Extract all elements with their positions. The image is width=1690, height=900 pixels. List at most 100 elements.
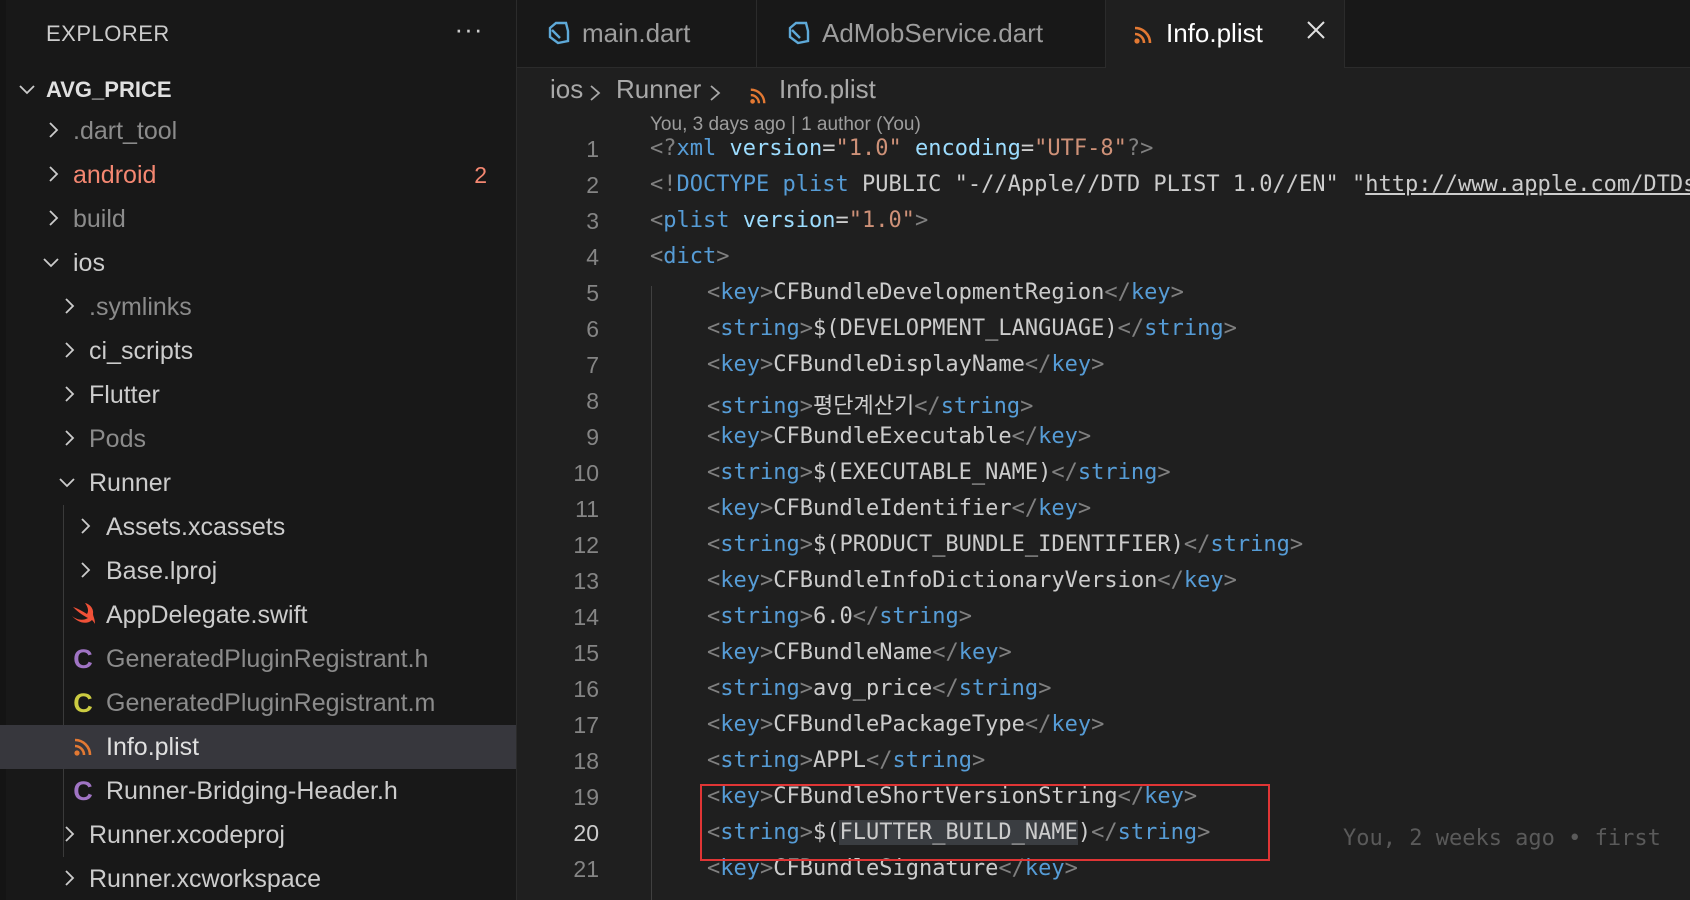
code-line-11[interactable]: <key>CFBundleIdentifier</key>	[707, 496, 1091, 521]
tree-item-ci-scripts[interactable]: ci_scripts	[0, 329, 516, 373]
string-tag: string	[720, 394, 800, 419]
tree-item-pods[interactable]: Pods	[0, 417, 516, 461]
code-editor[interactable]: You, 3 days ago | 1 author (You) 1 2 3 4…	[517, 114, 1690, 900]
tab-info-plist[interactable]: Info.plist	[1106, 0, 1345, 68]
key-tag: key	[720, 640, 760, 665]
breadcrumb-ios[interactable]: ios	[550, 74, 583, 105]
key-tag: key	[720, 280, 760, 305]
code-line-16[interactable]: <string>avg_price</string>	[707, 676, 1051, 701]
chevron-right-icon	[707, 79, 723, 110]
code-line-14[interactable]: <string>6.0</string>	[707, 604, 972, 629]
codelens-author[interactable]: You, 3 days ago | 1 author (You)	[650, 114, 921, 136]
code-line-5[interactable]: <key>CFBundleDevelopmentRegion</key>	[707, 280, 1184, 305]
tab-label: Info.plist	[1166, 18, 1263, 48]
code-line-6[interactable]: <string>$(DEVELOPMENT_LANGUAGE)</string>	[707, 316, 1237, 341]
tree-item-plugin-registrant-h[interactable]: C GeneratedPluginRegistrant.h	[0, 637, 516, 681]
code-line-1[interactable]: <?xml version="1.0" encoding="UTF-8"?>	[650, 136, 1153, 161]
tree-item-label: Pods	[89, 425, 146, 453]
code-line-4[interactable]: <dict>	[650, 244, 729, 269]
attr-encoding: encoding	[914, 136, 1021, 161]
key-tag: key	[720, 712, 760, 737]
key-tag: key	[1038, 496, 1078, 521]
tree-item-symlinks[interactable]: .symlinks	[0, 285, 516, 329]
plist-key: CFBundleDevelopmentRegion	[773, 280, 1105, 305]
breadcrumb-info-plist[interactable]: Info.plist	[779, 74, 876, 105]
chevron-right-icon	[60, 329, 80, 373]
tab-main-dart[interactable]: main.dart	[517, 0, 757, 67]
problem-count-badge: 2	[474, 162, 487, 188]
tree-item-label: Runner.xcodeproj	[89, 821, 285, 849]
line-number: 14	[573, 604, 599, 630]
plist-string: 6.0	[812, 604, 853, 629]
line-number: 17	[573, 712, 599, 738]
attr-version-value: "1.0"	[835, 136, 902, 161]
key-tag: key	[1038, 424, 1078, 449]
code-line-9[interactable]: <key>CFBundleExecutable</key>	[707, 424, 1091, 449]
dart-icon	[546, 21, 570, 52]
tree-item-runner[interactable]: Runner	[0, 461, 516, 505]
key-tag: key	[720, 352, 760, 377]
plist-key: CFBundleExecutable	[773, 424, 1012, 449]
tree-item-plugin-registrant-m[interactable]: C GeneratedPluginRegistrant.m	[0, 681, 516, 725]
tree-item-info-plist[interactable]: Info.plist	[0, 725, 516, 769]
attr-version-value: "1.0"	[848, 208, 915, 233]
tree-item-bridging-header[interactable]: C Runner-Bridging-Header.h	[0, 769, 516, 813]
doctype-url-link[interactable]: http://www.apple.com/DTDs/PropertyList-1…	[1365, 172, 1690, 197]
more-actions-icon[interactable]: ···	[452, 16, 486, 48]
tree-item-assets[interactable]: Assets.xcassets	[0, 505, 516, 549]
tree-item-dart-tool[interactable]: .dart_tool	[0, 109, 516, 153]
string-tag: string	[1210, 532, 1290, 557]
tree-item-base-lproj[interactable]: Base.lproj	[0, 549, 516, 593]
chevron-down-icon	[42, 241, 62, 285]
tree-item-xcworkspace[interactable]: Runner.xcworkspace	[0, 857, 516, 900]
tree-item-label: Flutter	[89, 381, 160, 409]
attr-version: version	[729, 136, 823, 161]
line-number: 1	[586, 136, 599, 162]
code-line-15[interactable]: <key>CFBundleName</key>	[707, 640, 1012, 665]
doctype-keyword: DOCTYPE	[676, 172, 770, 197]
code-line-2[interactable]: <!DOCTYPE plist PUBLIC "-//Apple//DTD PL…	[650, 172, 1690, 197]
code-line-8[interactable]: <string>평단계산기</string>	[707, 388, 1033, 420]
tree-item-label: ci_scripts	[89, 337, 194, 365]
objc-source-icon: C	[73, 688, 93, 718]
code-line-7[interactable]: <key>CFBundleDisplayName</key>	[707, 352, 1104, 377]
tree-item-ios[interactable]: ios	[0, 241, 516, 285]
code-line-3[interactable]: <plist version="1.0">	[650, 208, 928, 233]
tree-item-flutter[interactable]: Flutter	[0, 373, 516, 417]
code-line-10[interactable]: <string>$(EXECUTABLE_NAME)</string>	[707, 460, 1171, 485]
editor-tab-bar: main.dart AdMobService.dart Info.plist	[517, 0, 1690, 68]
code-line-18[interactable]: <string>APPL</string>	[707, 748, 985, 773]
plist-key: CFBundlePackageType	[773, 712, 1025, 737]
line-number: 3	[586, 208, 599, 234]
attr-encoding-value: "UTF-8"	[1034, 136, 1127, 161]
tree-item-build[interactable]: build	[0, 197, 516, 241]
plist-key: CFBundleName	[773, 640, 933, 665]
tree-item-appdelegate[interactable]: AppDelegate.swift	[0, 593, 516, 637]
tab-admobservice-dart[interactable]: AdMobService.dart	[757, 0, 1106, 67]
code-line-17[interactable]: <key>CFBundlePackageType</key>	[707, 712, 1104, 737]
indent-guide	[651, 286, 652, 900]
line-number: 19	[573, 784, 599, 810]
tree-item-label: build	[73, 205, 126, 233]
inline-git-blame: You, 2 weeks ago • first	[1343, 826, 1661, 851]
code-line-12[interactable]: <string>$(PRODUCT_BUNDLE_IDENTIFIER)</st…	[707, 532, 1303, 557]
string-tag: string	[1077, 460, 1158, 485]
code-line-13[interactable]: <key>CFBundleInfoDictionaryVersion</key>	[707, 568, 1237, 593]
key-tag: key	[720, 496, 760, 521]
string-tag: string	[940, 394, 1021, 419]
chevron-right-icon	[60, 285, 80, 329]
tree-root-avg-price[interactable]: AVG_PRICE	[0, 68, 516, 112]
line-number: 8	[586, 388, 599, 414]
plist-tag: plist	[663, 208, 730, 233]
close-icon[interactable]	[1304, 18, 1328, 49]
tab-label: AdMobService.dart	[822, 18, 1044, 48]
tree-item-android[interactable]: android 2	[0, 153, 516, 197]
doctype-public-id: PUBLIC "-//Apple//DTD PLIST 1.0//EN" "	[848, 172, 1366, 197]
string-tag: string	[958, 676, 1039, 701]
breadcrumb-runner[interactable]: Runner	[616, 74, 701, 105]
tree-item-xcodeproj[interactable]: Runner.xcodeproj	[0, 813, 516, 857]
xml-decl-name: xml	[676, 136, 717, 161]
explorer-title: EXPLORER	[46, 21, 170, 46]
dict-tag: dict	[663, 244, 717, 269]
chevron-right-icon	[60, 813, 80, 857]
